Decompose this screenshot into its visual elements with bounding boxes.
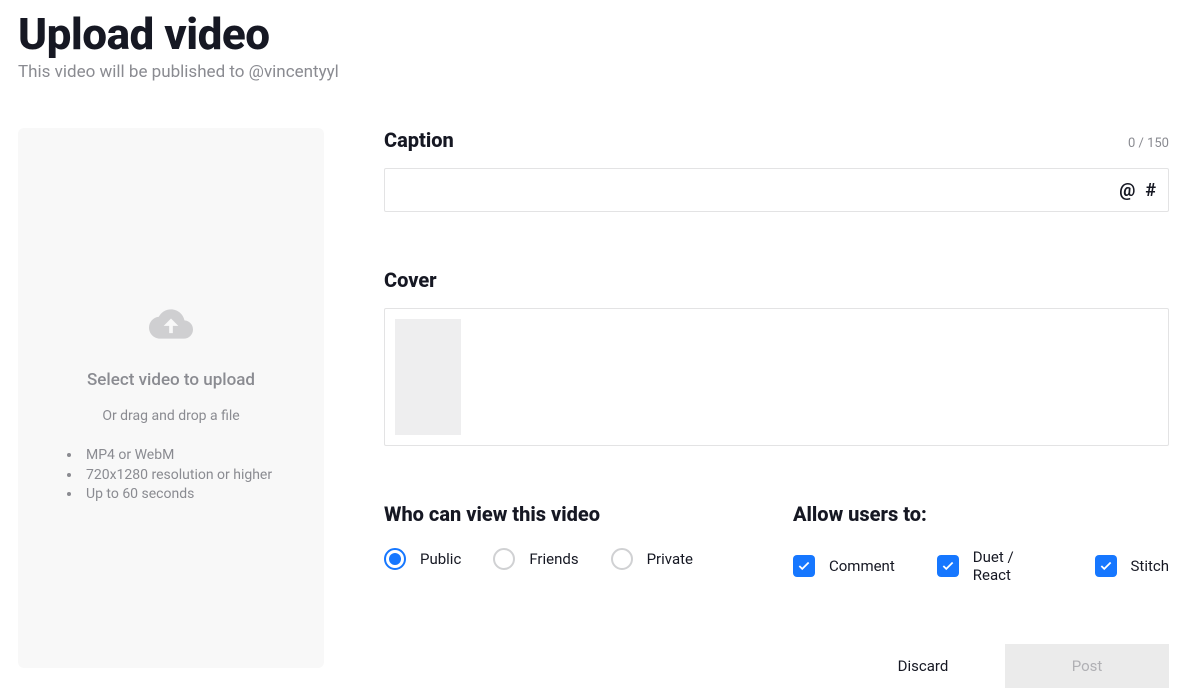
radio-label: Friends [529,550,578,568]
radio-icon [384,548,406,570]
checkbox-duet-react[interactable]: Duet / React [937,548,1053,584]
checkbox-label: Comment [829,557,895,575]
cover-label: Cover [384,268,1169,292]
cloud-upload-icon [149,302,193,350]
allow-users-label: Allow users to: [793,502,1169,526]
upload-requirements: MP4 or WebM 720x1280 resolution or highe… [61,446,281,505]
checkbox-icon [937,555,959,577]
hashtag-icon[interactable]: # [1145,180,1156,201]
upload-drag-text: Or drag and drop a file [102,408,239,424]
caption-input[interactable] [397,169,1119,211]
view-permission-label: Who can view this video [384,502,693,526]
radio-icon [611,548,633,570]
upload-req-item: 720x1280 resolution or higher [67,466,281,486]
radio-public[interactable]: Public [384,548,461,570]
checkbox-icon [793,555,815,577]
checkbox-icon [1095,555,1117,577]
radio-label: Private [647,550,693,568]
discard-button[interactable]: Discard [841,644,1005,688]
checkbox-label: Duet / React [973,548,1053,584]
page-subtitle: This video will be published to @vincent… [18,62,1169,82]
page-title: Upload video [18,8,1169,60]
upload-req-item: MP4 or WebM [67,446,281,466]
upload-title: Select video to upload [87,370,255,390]
checkbox-label: Stitch [1131,557,1169,575]
cover-selector[interactable] [384,308,1169,446]
upload-dropzone[interactable]: Select video to upload Or drag and drop … [18,128,324,668]
radio-friends[interactable]: Friends [493,548,578,570]
radio-label: Public [420,550,461,568]
radio-private[interactable]: Private [611,548,693,570]
checkbox-stitch[interactable]: Stitch [1095,548,1169,584]
upload-req-item: Up to 60 seconds [67,485,281,505]
checkbox-comment[interactable]: Comment [793,548,895,584]
caption-label: Caption [384,128,454,152]
cover-thumbnail-placeholder [395,319,461,435]
mention-icon[interactable]: @ [1119,180,1135,201]
post-button[interactable]: Post [1005,644,1169,688]
radio-icon [493,548,515,570]
caption-field-wrapper: @ # [384,168,1169,212]
caption-char-count: 0 / 150 [1128,136,1169,151]
